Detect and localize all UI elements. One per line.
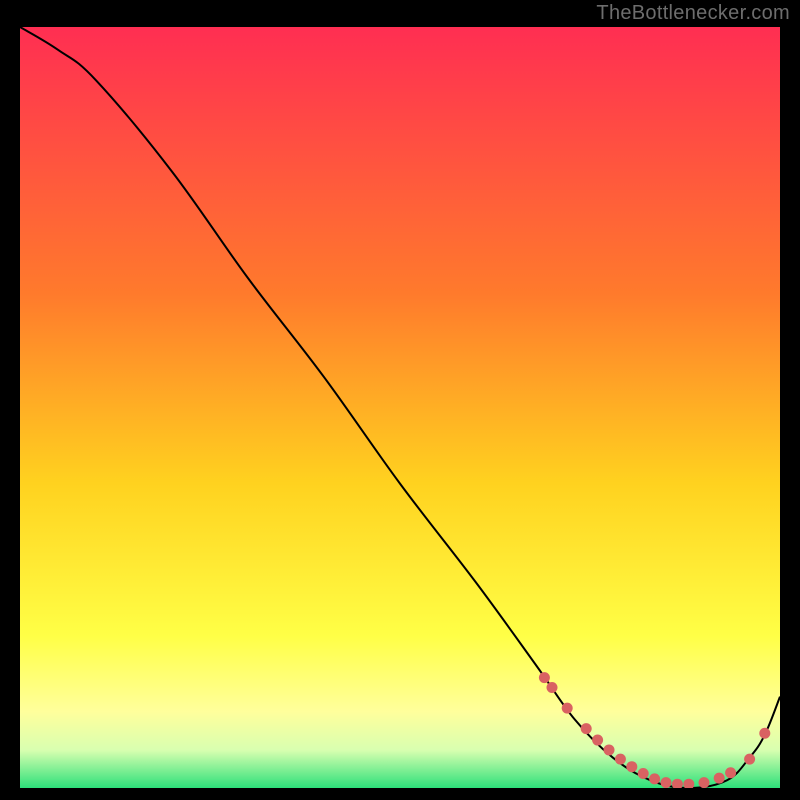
- attribution-text: TheBottlenecker.com: [596, 2, 790, 25]
- chart-svg: [0, 0, 800, 800]
- marker-dot: [592, 735, 603, 746]
- marker-dot: [562, 703, 573, 714]
- marker-dot: [581, 723, 592, 734]
- marker-dot: [744, 754, 755, 765]
- plot-background: [20, 27, 780, 788]
- marker-dot: [683, 779, 694, 790]
- marker-dot: [547, 682, 558, 693]
- marker-dot: [714, 773, 725, 784]
- marker-dot: [649, 773, 660, 784]
- marker-dot: [699, 777, 710, 788]
- marker-dot: [672, 779, 683, 790]
- marker-dot: [539, 672, 550, 683]
- marker-dot: [759, 728, 770, 739]
- chart-stage: TheBottlenecker.com: [0, 0, 800, 800]
- marker-dot: [615, 754, 626, 765]
- marker-dot: [638, 768, 649, 779]
- marker-dot: [661, 777, 672, 788]
- marker-dot: [604, 744, 615, 755]
- marker-dot: [725, 767, 736, 778]
- marker-dot: [626, 761, 637, 772]
